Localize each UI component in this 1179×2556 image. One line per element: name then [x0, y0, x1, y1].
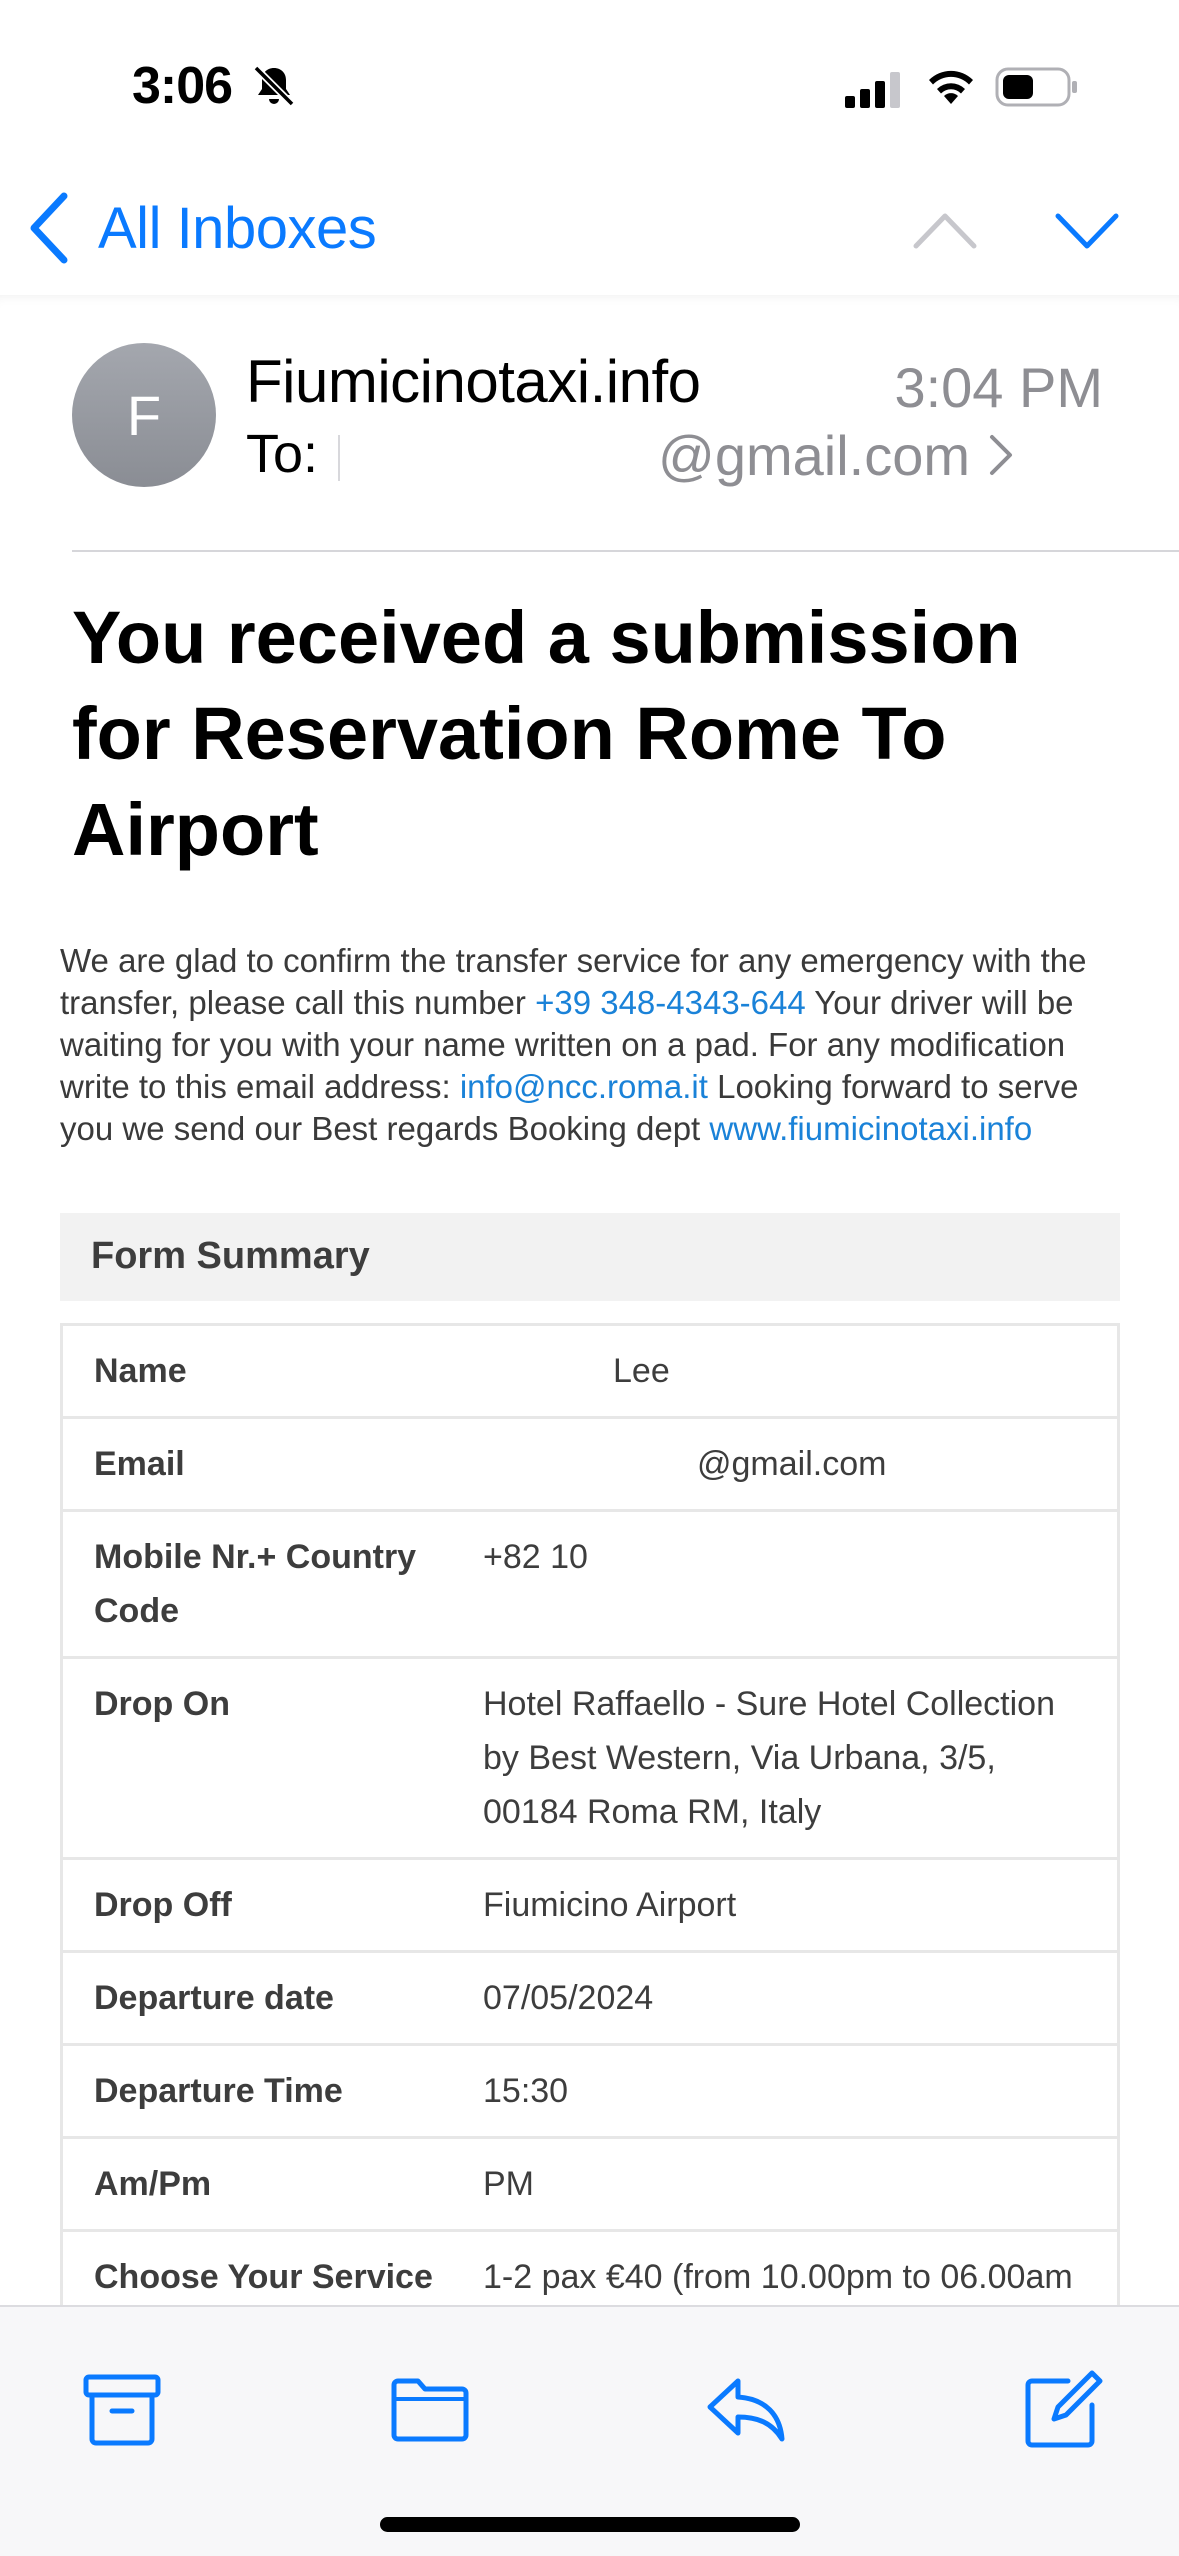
sender-name[interactable]: Fiumicinotaxi.info	[246, 347, 701, 416]
row-label: Mobile Nr.+ Country Code	[94, 1538, 417, 1630]
message-content: F Fiumicinotaxi.info 3:04 PM To: @gmail.…	[0, 295, 1179, 2305]
archive-icon[interactable]	[80, 2367, 164, 2451]
form-summary-title: Form Summary	[91, 1235, 370, 1277]
table-row: Drop On Hotel Raffaello - Sure Hotel Col…	[63, 1659, 1117, 1860]
website-link[interactable]: www.fiumicinotaxi.info	[709, 1110, 1032, 1147]
row-label: Departure Time	[94, 2072, 343, 2110]
form-summary-table: Name Lee Email @gmail.com Mobile Nr.+ Co…	[60, 1323, 1120, 2305]
row-label: Name	[94, 1352, 187, 1390]
chevron-left-icon	[30, 192, 68, 264]
cellular-signal-icon	[845, 72, 900, 108]
status-time: 3:06	[132, 57, 233, 115]
status-bar: 3:06	[0, 0, 1179, 170]
table-row: Departure Time 15:30	[63, 2046, 1117, 2139]
row-value: @gmail.com	[697, 1445, 887, 1483]
row-label: Choose Your Service	[94, 2258, 433, 2296]
row-label: Drop Off	[94, 1886, 232, 1924]
message-body: We are glad to confirm the transfer serv…	[60, 940, 1120, 1150]
back-to-all-inboxes-button[interactable]: All Inboxes	[26, 188, 377, 268]
header-divider	[72, 550, 1179, 552]
row-value: Fiumicino Airport	[483, 1886, 737, 1924]
table-row: Choose Your Service 1-2 pax €40 (from 10…	[63, 2232, 1117, 2305]
avatar-initial: F	[126, 383, 162, 447]
row-value: +82 10	[483, 1538, 588, 1576]
wifi-icon	[929, 70, 973, 104]
to-label: To:	[246, 424, 319, 484]
sender-avatar[interactable]: F	[72, 343, 216, 487]
table-row: Departure date 07/05/2024	[63, 1953, 1117, 2046]
row-value: 1-2 pax €40 (from 10.00pm to 06.00am +€5…	[483, 2258, 1073, 2296]
recipient-address[interactable]: @gmail.com	[658, 423, 970, 488]
chevron-down-icon[interactable]	[1052, 200, 1122, 260]
battery-icon	[995, 67, 1077, 107]
navigation-bar: All Inboxes	[0, 170, 1179, 295]
row-label: Drop On	[94, 1685, 230, 1723]
reply-icon[interactable]	[704, 2367, 788, 2451]
email-link[interactable]: info@ncc.roma.it	[460, 1068, 708, 1105]
form-summary-header: Form Summary	[60, 1213, 1120, 1301]
phone-link[interactable]: +39 348-4343-644	[535, 984, 806, 1021]
row-label: Email	[94, 1445, 185, 1483]
to-divider	[338, 435, 340, 481]
table-row: Drop Off Fiumicino Airport	[63, 1860, 1117, 1953]
row-value: PM	[483, 2165, 534, 2203]
row-label: Am/Pm	[94, 2165, 212, 2203]
bell-slash-icon	[253, 65, 295, 107]
table-row: Name Lee	[63, 1326, 1117, 1419]
row-value: 07/05/2024	[483, 1979, 654, 2017]
row-value: Hotel Raffaello - Sure Hotel Collection …	[483, 1685, 1055, 1831]
message-subject: You received a submission for Reservatio…	[72, 596, 1021, 871]
row-value: Lee	[613, 1352, 670, 1390]
chevron-right-icon[interactable]	[988, 433, 1014, 477]
table-row: Email @gmail.com	[63, 1419, 1117, 1512]
chevron-up-icon[interactable]	[910, 200, 980, 260]
table-row: Mobile Nr.+ Country Code +82 10	[63, 1512, 1117, 1659]
home-indicator[interactable]	[380, 2517, 800, 2532]
mail-message-screen: 3:06 All Inboxes F Fiumicinotaxi.info 3:…	[0, 0, 1179, 2556]
compose-icon[interactable]	[1020, 2367, 1104, 2451]
table-row: Am/Pm PM	[63, 2139, 1117, 2232]
back-label: All Inboxes	[98, 195, 377, 261]
row-label: Departure date	[94, 1979, 334, 2017]
sent-time: 3:04 PM	[894, 356, 1103, 419]
folder-icon[interactable]	[388, 2367, 472, 2451]
row-value: 15:30	[483, 2072, 569, 2110]
